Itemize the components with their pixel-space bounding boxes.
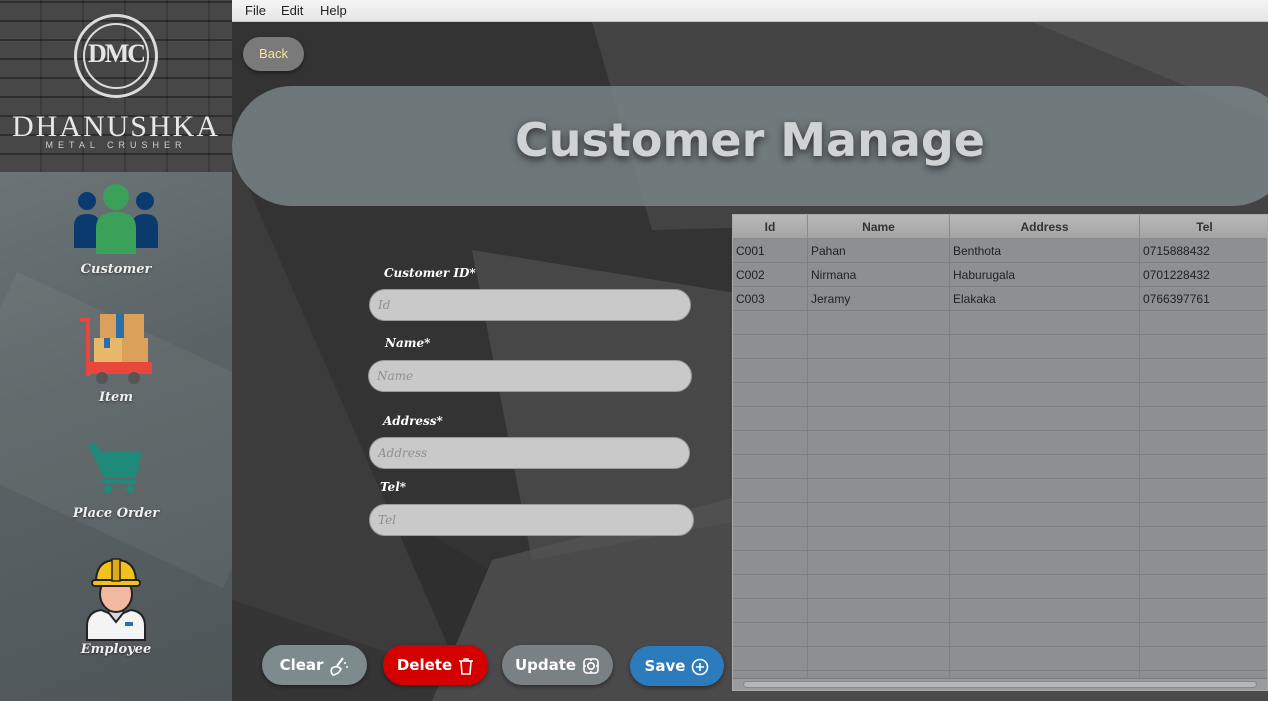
logo-name: DHANUSHKA xyxy=(11,110,220,143)
broom-icon xyxy=(330,656,349,676)
page-title: Customer Manage xyxy=(514,113,986,167)
menu-file[interactable]: File xyxy=(245,3,266,18)
empty-row xyxy=(733,623,1267,647)
logo-monogram: DMC xyxy=(87,39,146,68)
back-button[interactable]: Back xyxy=(243,37,304,71)
sidebar: DMC DHANUSHKA METAL CRUSHER Customer Ite… xyxy=(0,0,232,701)
employee-icon xyxy=(86,558,146,641)
nav-customer[interactable]: Customer xyxy=(0,182,232,277)
tel-label: Tel* xyxy=(380,480,407,494)
item-icon xyxy=(80,314,152,384)
logo-subtitle: METAL CRUSHER xyxy=(45,140,187,150)
nav-employee-label: Employee xyxy=(80,642,152,657)
refresh-gear-icon xyxy=(583,657,599,674)
cell-name: Pahan xyxy=(808,239,950,263)
name-input[interactable] xyxy=(368,360,692,392)
cell-id: C003 xyxy=(733,287,808,311)
customer-id-input[interactable] xyxy=(369,289,691,321)
delete-button[interactable]: Delete xyxy=(383,645,488,685)
column-header-id[interactable]: Id xyxy=(733,215,808,239)
customer-id-label: Customer ID* xyxy=(384,266,476,280)
menu-edit[interactable]: Edit xyxy=(281,3,303,18)
cart-icon xyxy=(88,444,142,493)
table-row[interactable]: C001 Pahan Benthota 0715888432 xyxy=(733,239,1267,263)
empty-row xyxy=(733,455,1267,479)
empty-row xyxy=(733,599,1267,623)
scrollbar-thumb[interactable] xyxy=(743,681,1257,688)
menu-help[interactable]: Help xyxy=(320,3,347,18)
cell-tel: 0766397761 xyxy=(1143,292,1210,306)
cell-address: Benthota xyxy=(950,239,1140,263)
empty-row xyxy=(733,359,1267,383)
table-row[interactable]: C003 Jeramy Elakaka 0766397761 xyxy=(733,287,1267,311)
clear-button[interactable]: Clear xyxy=(262,645,367,685)
empty-row xyxy=(733,647,1267,671)
horizontal-scrollbar[interactable] xyxy=(733,678,1267,690)
nav-customer-label: Customer xyxy=(80,262,152,277)
address-label: Address* xyxy=(383,414,443,428)
cell-tel: 0715888432 xyxy=(1143,244,1210,258)
empty-row xyxy=(733,551,1267,575)
tel-input[interactable] xyxy=(369,504,694,536)
nav-item-label: Item xyxy=(98,390,134,405)
update-button-label: Update xyxy=(514,656,577,674)
customer-table[interactable]: Id Name Address Tel C001 Pahan Benthota … xyxy=(732,214,1268,691)
delete-button-label: Delete xyxy=(396,656,453,674)
trash-icon xyxy=(459,657,474,675)
empty-row xyxy=(733,383,1267,407)
cell-address: Elakaka xyxy=(950,287,1140,311)
cell-name: Nirmana xyxy=(808,263,950,287)
nav-place-order[interactable]: Place Order xyxy=(0,440,232,521)
address-input[interactable] xyxy=(369,437,690,469)
cell-id: C001 xyxy=(733,239,808,263)
cell-name: Jeramy xyxy=(808,287,950,311)
clear-button-label: Clear xyxy=(279,656,324,674)
nav-item[interactable]: Item xyxy=(0,312,232,405)
empty-row xyxy=(733,407,1267,431)
empty-row xyxy=(733,575,1267,599)
column-header-name[interactable]: Name xyxy=(808,215,950,239)
update-button[interactable]: Update xyxy=(502,645,613,685)
nav-employee[interactable]: Employee xyxy=(0,556,232,657)
table-header: Id Name Address Tel xyxy=(733,215,1267,239)
empty-row xyxy=(733,527,1267,551)
empty-row xyxy=(733,431,1267,455)
logo: DMC DHANUSHKA METAL CRUSHER xyxy=(0,0,232,172)
add-circle-icon xyxy=(692,658,709,675)
save-button[interactable]: Save xyxy=(630,646,724,686)
save-button-label: Save xyxy=(644,657,686,675)
name-label: Name* xyxy=(385,336,431,350)
table-row[interactable]: C002 Nirmana Haburugala 0701228432 xyxy=(733,263,1267,287)
menu-bar: File Edit Help xyxy=(232,0,1268,22)
nav-place-order-label: Place Order xyxy=(72,506,160,521)
column-header-tel[interactable]: Tel xyxy=(1140,215,1267,239)
cell-id: C002 xyxy=(733,263,808,287)
empty-row xyxy=(733,311,1267,335)
cell-tel: 0701228432 xyxy=(1143,268,1210,282)
cell-address: Haburugala xyxy=(950,263,1140,287)
empty-row xyxy=(733,335,1267,359)
logo-emblem: DMC xyxy=(74,14,158,98)
customer-icon xyxy=(74,184,158,254)
column-header-address[interactable]: Address xyxy=(950,215,1140,239)
empty-row xyxy=(733,503,1267,527)
empty-row xyxy=(733,479,1267,503)
